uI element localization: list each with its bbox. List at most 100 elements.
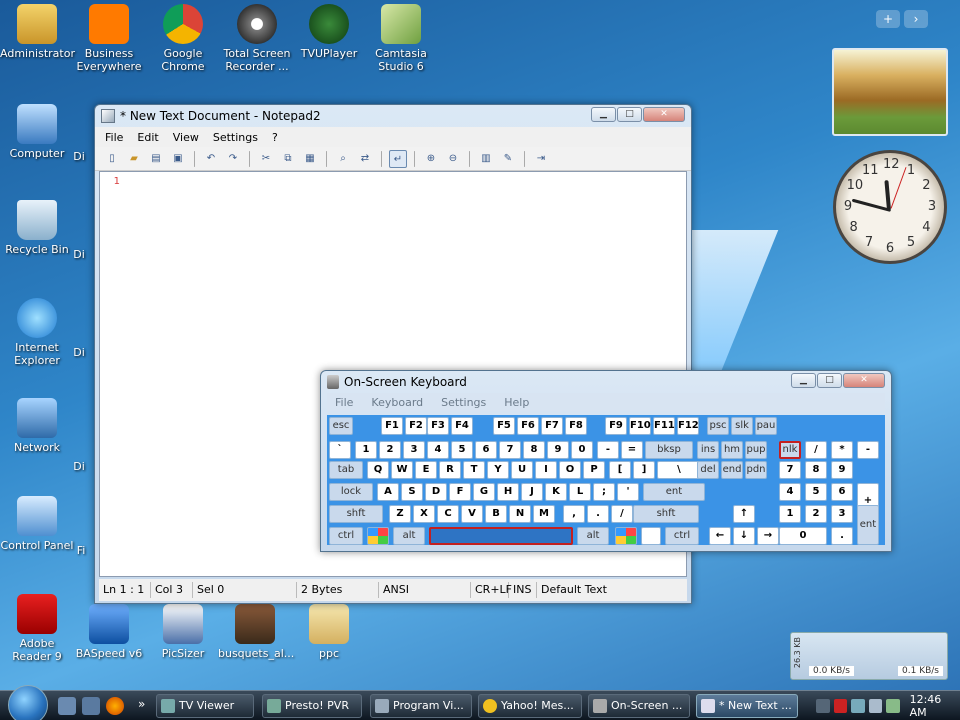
tray-arrow-icon[interactable] (816, 699, 830, 713)
key-c8594[interactable]: → (757, 527, 779, 545)
key-7[interactable]: 7 (779, 461, 801, 479)
close-button[interactable]: ✕ (643, 107, 685, 122)
menu-help[interactable]: Help (504, 396, 529, 409)
key-hm[interactable]: hm (721, 441, 743, 459)
paste-icon[interactable]: ▦ (301, 150, 319, 168)
taskbar-yahoo-messenger[interactable]: Yahoo! Mes... (478, 694, 582, 718)
key-pdn[interactable]: pdn (745, 461, 767, 479)
key-z[interactable]: Z (389, 505, 411, 523)
key-8[interactable]: 8 (523, 441, 545, 459)
taskbar-notepad[interactable]: * New Text ... (696, 694, 798, 718)
key-f[interactable]: F (449, 483, 471, 501)
volume-tray-icon[interactable] (868, 699, 883, 713)
key-w[interactable]: W (391, 461, 413, 479)
desktop-icon-tvuplayer[interactable]: TVUPlayer (292, 4, 366, 60)
key-c93[interactable]: ] (633, 461, 655, 479)
taskbar-tv-viewer[interactable]: TV Viewer (156, 694, 254, 718)
key-d[interactable]: D (425, 483, 447, 501)
key-u[interactable]: U (511, 461, 533, 479)
key-shft[interactable]: shft (329, 505, 383, 523)
desktop-icon-partial[interactable]: Di (64, 346, 94, 359)
key-ins[interactable]: ins (697, 441, 719, 459)
key-end[interactable]: end (721, 461, 743, 479)
taskbar-program-vi[interactable]: Program Vi... (370, 694, 472, 718)
switch-windows-icon[interactable] (82, 697, 100, 715)
key-k[interactable]: K (545, 483, 567, 501)
key-t[interactable]: T (463, 461, 485, 479)
show-desktop-icon[interactable] (58, 697, 76, 715)
key-bksp[interactable]: bksp (645, 441, 693, 459)
key-0[interactable]: 0 (571, 441, 593, 459)
key-x[interactable]: X (413, 505, 435, 523)
key-y[interactable]: Y (487, 461, 509, 479)
key-8[interactable]: 8 (805, 461, 827, 479)
key-j[interactable]: J (521, 483, 543, 501)
desktop-icon-baspeed[interactable]: BASpeed v6 (72, 604, 146, 660)
key-f11[interactable]: F11 (653, 417, 675, 435)
key-5[interactable]: 5 (451, 441, 473, 459)
desktop-icon-busquets[interactable]: busquets_al... (218, 604, 294, 660)
desktop-icon-picsizer[interactable]: PicSizer (146, 604, 220, 660)
key-b[interactable]: B (485, 505, 507, 523)
browse-icon[interactable]: ▤ (147, 150, 165, 168)
start-button[interactable] (8, 685, 48, 720)
replace-icon[interactable]: ⇄ (356, 150, 374, 168)
key-6[interactable]: 6 (831, 483, 853, 501)
key-2[interactable]: 2 (805, 505, 827, 523)
key-esc[interactable]: esc (329, 417, 353, 435)
zoom-out-icon[interactable]: ⊖ (444, 150, 462, 168)
key-c91[interactable]: [ (609, 461, 631, 479)
key-1[interactable]: 1 (355, 441, 377, 459)
key-a[interactable]: A (377, 483, 399, 501)
key-c8595[interactable]: ↓ (733, 527, 755, 545)
taskbar-overflow[interactable]: » (138, 697, 145, 711)
key-m[interactable]: M (533, 505, 555, 523)
key-c8593[interactable]: ↑ (733, 505, 755, 523)
key-n[interactable]: N (509, 505, 531, 523)
messenger-tray-icon[interactable] (833, 699, 848, 713)
key-f7[interactable]: F7 (541, 417, 563, 435)
key-c8592[interactable]: ← (709, 527, 731, 545)
desktop-icon-internet-explorer[interactable]: Internet Explorer (0, 298, 74, 367)
word-wrap-icon[interactable]: ↵ (389, 149, 407, 168)
new-file-icon[interactable]: ▯ (103, 150, 121, 168)
key-f5[interactable]: F5 (493, 417, 515, 435)
scheme-icon[interactable]: ▥ (477, 150, 495, 168)
key-6[interactable]: 6 (475, 441, 497, 459)
osk-window[interactable]: On-Screen Keyboard ▁ □ ✕ File Keyboard S… (320, 370, 892, 552)
key-nlk[interactable]: nlk (779, 441, 801, 459)
copy-icon[interactable]: ⧉ (279, 150, 297, 168)
redo-icon[interactable]: ↷ (224, 150, 242, 168)
key-c44[interactable]: , (563, 505, 585, 523)
windows-key-icon[interactable] (615, 527, 637, 545)
key-4[interactable]: 4 (427, 441, 449, 459)
zoom-in-icon[interactable]: ⊕ (422, 150, 440, 168)
key-g[interactable]: G (473, 483, 495, 501)
key-e[interactable]: E (415, 461, 437, 479)
undo-icon[interactable]: ↶ (202, 150, 220, 168)
key-psc[interactable]: psc (707, 417, 729, 435)
close-button[interactable]: ✕ (843, 373, 885, 388)
desktop-icon-business-everywhere[interactable]: Business Everywhere (72, 4, 146, 73)
minimize-button[interactable]: ▁ (791, 373, 816, 388)
customize-icon[interactable]: ✎ (499, 150, 517, 168)
key-l[interactable]: L (569, 483, 591, 501)
key-c96[interactable]: ` (329, 441, 351, 459)
key-7[interactable]: 7 (499, 441, 521, 459)
network-tray-icon[interactable] (851, 699, 865, 713)
key-space[interactable] (429, 527, 573, 545)
key-4[interactable]: 4 (779, 483, 801, 501)
key-r[interactable]: R (439, 461, 461, 479)
clock-gadget[interactable]: 12 1 2 3 4 5 6 7 8 9 10 11 (833, 150, 947, 264)
desktop-icon-computer[interactable]: Computer (0, 104, 74, 160)
key-s[interactable]: S (401, 483, 423, 501)
key-3[interactable]: 3 (831, 505, 853, 523)
minimize-button[interactable]: ▁ (591, 107, 616, 122)
key-o[interactable]: O (559, 461, 581, 479)
key-f4[interactable]: F4 (451, 417, 473, 435)
menu-keyboard[interactable]: Keyboard (371, 396, 423, 409)
desktop-icon-administrator[interactable]: Administrator (0, 4, 75, 60)
key-ctrl[interactable]: ctrl (665, 527, 699, 545)
desktop-icon-ppc[interactable]: ppc (292, 604, 366, 660)
key-1[interactable]: 1 (779, 505, 801, 523)
